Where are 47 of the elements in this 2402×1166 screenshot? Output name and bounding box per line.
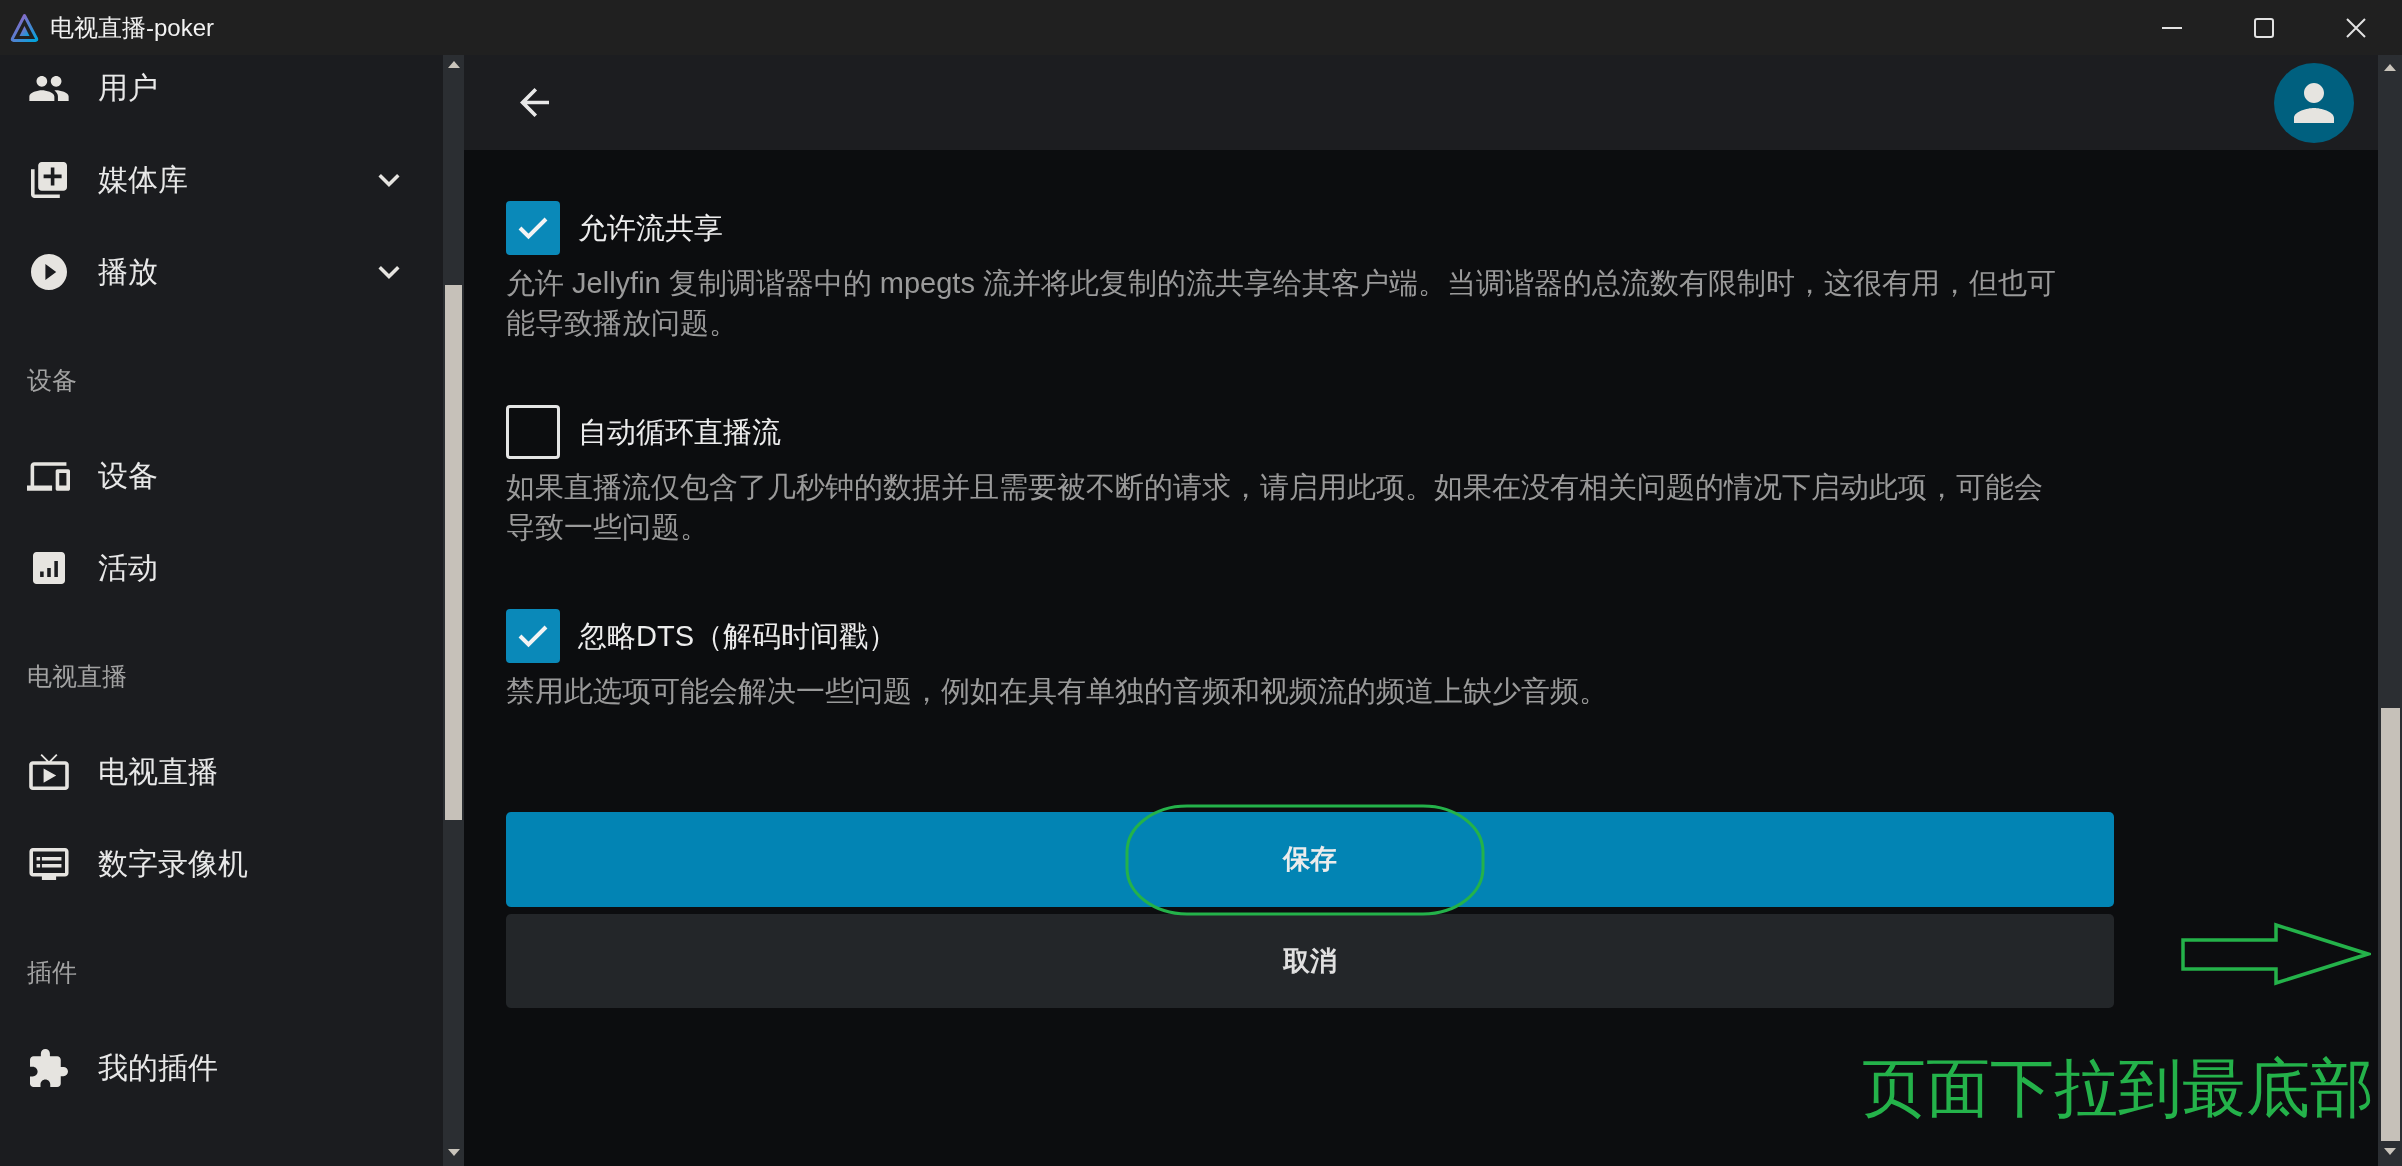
scrollbar-thumb[interactable] (445, 285, 462, 820)
checkbox-label: 自动循环直播流 (578, 415, 781, 450)
minimize-icon (2162, 26, 2182, 29)
chevron-down-icon (378, 173, 400, 187)
tv-icon (28, 754, 69, 790)
monitor-list-icon (28, 848, 69, 880)
section-heading: 插件 (27, 957, 77, 988)
maximize-icon (2254, 17, 2274, 38)
checkbox-label: 忽略DTS（解码时间戳） (578, 619, 897, 654)
setting-description: 禁用此选项可能会解决一些问题，例如在具有单独的音频和视频流的频道上缺少音频。 (506, 674, 1609, 709)
checkbox[interactable] (506, 609, 560, 663)
sidebar-item[interactable]: 数字录像机 (0, 818, 443, 910)
person-icon (2294, 82, 2334, 123)
setting-description: 如果直播流仅包含了几秒钟的数据并且需要被不断的请求，请启用此项。如果在没有相关问题的情况下启动此项，可能会导致一些问题。 (506, 470, 2044, 545)
checkmark-icon (517, 216, 549, 240)
sidebar-item[interactable]: 播放 (0, 226, 443, 318)
close-icon (2346, 17, 2366, 38)
checkmark-icon (517, 624, 549, 648)
sidebar-item[interactable]: 设备 (0, 430, 443, 522)
scrollbar-thumb[interactable] (2380, 708, 2400, 1141)
scroll-up-arrow-icon[interactable] (2384, 64, 2396, 71)
window-title: 电视直播-poker (50, 12, 215, 43)
sidebar-item[interactable]: 媒体库 (0, 134, 443, 226)
sidebar-item[interactable]: 活动 (0, 522, 443, 614)
people-icon (28, 75, 69, 101)
annotation-text: 页面下拉到最底部 (1862, 1054, 2374, 1122)
devices-icon (27, 461, 70, 491)
cancel-button[interactable]: 取消 (506, 914, 2114, 1008)
chevron-down-icon (378, 265, 400, 279)
triangle-logo-icon (10, 13, 39, 42)
checkbox-label: 允许流共享 (578, 211, 723, 246)
checkbox[interactable] (506, 405, 560, 459)
section-heading: 电视直播 (27, 661, 127, 692)
puzzle-piece-icon (29, 1049, 68, 1087)
sidebar-item[interactable]: 用户 (0, 55, 443, 134)
section-heading: 设备 (27, 365, 77, 396)
scroll-down-arrow-icon[interactable] (447, 1149, 460, 1156)
sidebar-item[interactable]: 电视直播 (0, 726, 443, 818)
sidebar-item[interactable]: 我的插件 (0, 1022, 443, 1114)
back-arrow-icon (520, 88, 549, 117)
bar-chart-icon (32, 552, 65, 584)
setting-description: 允许 Jellyfin 复制调谐器中的 mpegts 流并将此复制的流共享给其客户端。当调谐器的总流数有限制时，这很有用，但也可能导致播放问题。 (506, 266, 2057, 341)
save-button[interactable]: 保存 (506, 812, 2114, 907)
checkbox[interactable] (506, 201, 560, 255)
scroll-down-arrow-icon[interactable] (2384, 1148, 2396, 1155)
library-add-icon (30, 162, 67, 198)
scroll-up-arrow-icon[interactable] (447, 61, 460, 68)
